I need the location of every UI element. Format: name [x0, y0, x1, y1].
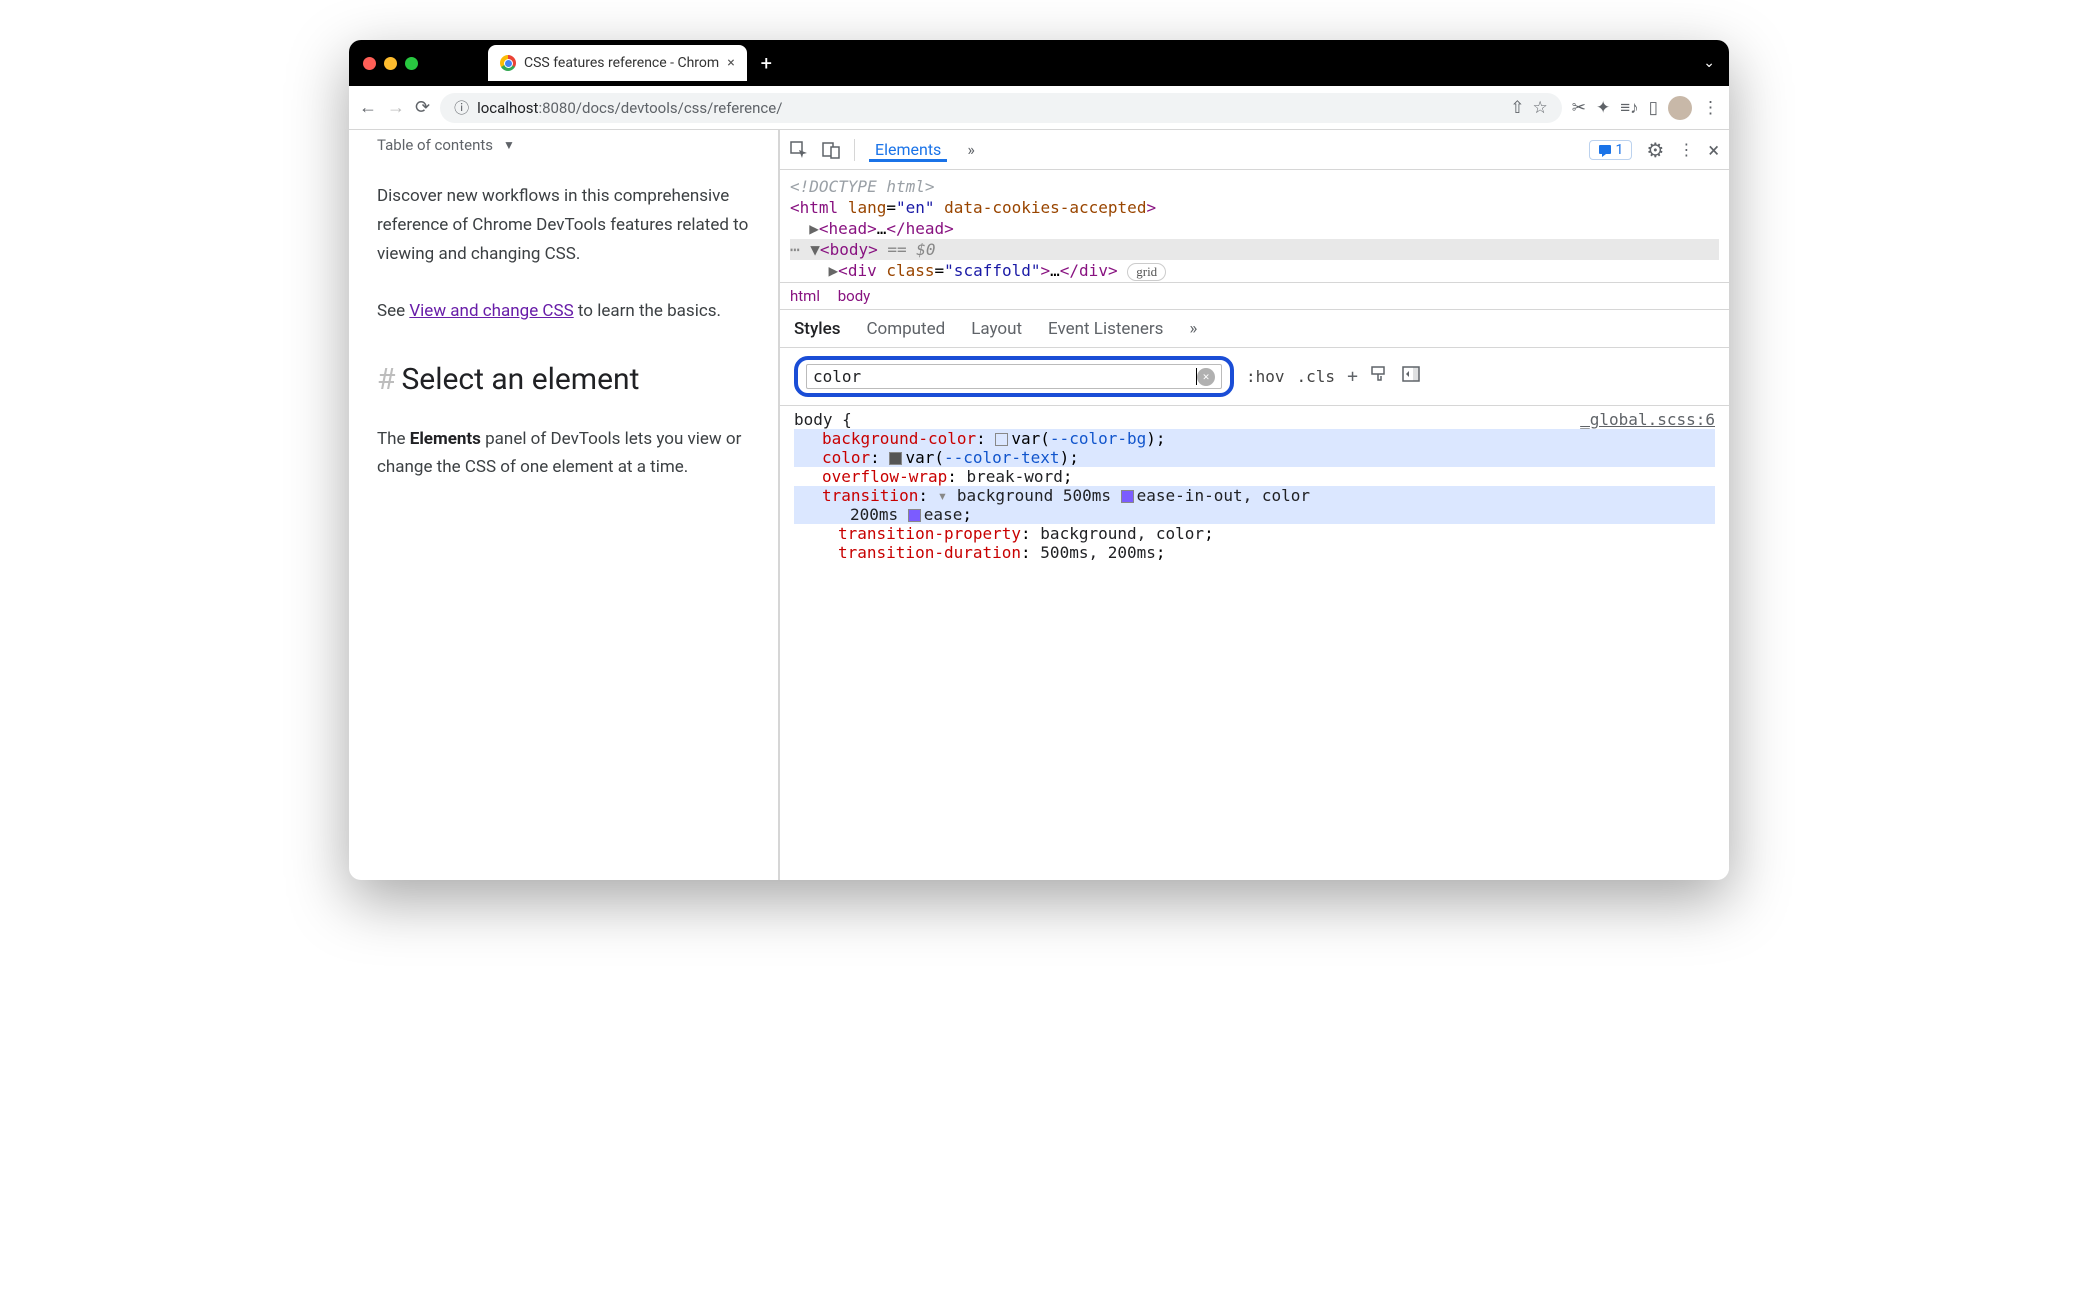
tabs-chevron-icon[interactable]: ⌄ — [1703, 55, 1715, 71]
browser-tab[interactable]: CSS features reference - Chrom × — [488, 45, 747, 81]
source-link[interactable]: _global.scss:6 — [1580, 410, 1715, 429]
forward-button[interactable]: → — [387, 97, 405, 118]
body-element-selected[interactable]: ⋯ ▼<body> == $0 — [790, 239, 1719, 260]
address-bar[interactable]: ⓘ localhost:8080/docs/devtools/css/refer… — [440, 93, 1562, 123]
view-change-css-link[interactable]: View and change CSS — [409, 301, 573, 321]
close-tab-icon[interactable]: × — [727, 55, 734, 71]
settings-icon[interactable]: ⚙ — [1646, 138, 1664, 162]
scissors-icon[interactable]: ✂ — [1572, 98, 1586, 118]
minimize-window-button[interactable] — [384, 57, 397, 70]
tab-event-listeners[interactable]: Event Listeners — [1048, 319, 1163, 339]
head-element[interactable]: ▶<head>…</head> — [790, 218, 1719, 239]
devtools-menu-icon[interactable]: ⋮ — [1678, 140, 1694, 159]
back-button[interactable]: ← — [359, 97, 377, 118]
decl-color[interactable]: color: var(--color-text); — [794, 448, 1715, 467]
reload-button[interactable]: ⟳ — [415, 97, 430, 118]
toggle-sidebar-icon[interactable] — [1402, 365, 1420, 388]
chevron-down-icon: ▼ — [503, 138, 515, 152]
close-window-button[interactable] — [363, 57, 376, 70]
url-port: :8080 — [538, 99, 575, 117]
decl-transition[interactable]: transition: ▾ background 500ms ease-in-o… — [794, 486, 1715, 505]
devtools-panel: Elements » 1 ⚙ ⋮ × <!DOCTYPE html> <html… — [779, 130, 1729, 880]
site-info-icon[interactable]: ⓘ — [454, 97, 469, 118]
toolbar: ← → ⟳ ⓘ localhost:8080/docs/devtools/css… — [349, 86, 1729, 130]
styles-filter-row: ✕ :hov .cls + — [780, 348, 1729, 406]
div-scaffold-element[interactable]: ▶<div class="scaffold">…</div> grid — [790, 260, 1719, 282]
decl-transition-property[interactable]: transition-property: background, color; — [794, 524, 1715, 543]
decl-background-color[interactable]: background-color: var(--color-bg); — [794, 429, 1715, 448]
more-tabs-icon[interactable]: » — [961, 140, 981, 159]
tab-styles[interactable]: Styles — [794, 319, 840, 339]
styles-tabstrip: Styles Computed Layout Event Listeners » — [780, 310, 1729, 348]
toc-toggle[interactable]: Table of contents ▼ — [377, 136, 760, 154]
decl-transition-cont[interactable]: 200ms ease; — [794, 505, 1715, 524]
tab-computed[interactable]: Computed — [866, 319, 945, 339]
tab-title: CSS features reference - Chrom — [524, 55, 719, 71]
rule-selector[interactable]: body { — [794, 410, 852, 429]
breadcrumb: html body — [780, 282, 1729, 310]
html-element[interactable]: <html lang="en" data-cookies-accepted> — [790, 197, 1719, 218]
elements-paragraph: The Elements panel of DevTools lets you … — [377, 425, 760, 483]
doctype-line: <!DOCTYPE html> — [790, 176, 1719, 197]
devtools-close-icon[interactable]: × — [1708, 138, 1719, 162]
hash-icon: # — [377, 362, 395, 397]
see-paragraph: See View and change CSS to learn the bas… — [377, 297, 760, 326]
issues-badge[interactable]: 1 — [1589, 140, 1633, 160]
decl-transition-duration[interactable]: transition-duration: 500ms, 200ms; — [794, 543, 1715, 562]
window-controls — [363, 57, 418, 70]
more-styles-tabs-icon[interactable]: » — [1189, 319, 1197, 339]
tab-layout[interactable]: Layout — [971, 319, 1022, 339]
page-content: Table of contents ▼ Discover new workflo… — [349, 130, 779, 880]
toc-label: Table of contents — [377, 136, 493, 154]
media-icon[interactable]: ≡♪ — [1620, 98, 1638, 118]
extensions-icon[interactable]: ✦ — [1596, 98, 1610, 118]
filter-highlight: ✕ — [794, 356, 1234, 397]
dom-tree[interactable]: <!DOCTYPE html> <html lang="en" data-coo… — [780, 170, 1729, 282]
share-icon[interactable]: ⇧ — [1510, 98, 1524, 118]
device-toggle-icon[interactable] — [822, 141, 840, 159]
new-rule-icon[interactable]: + — [1347, 366, 1358, 387]
titlebar: CSS features reference - Chrom × + ⌄ — [349, 40, 1729, 86]
intro-paragraph: Discover new workflows in this comprehen… — [377, 182, 760, 269]
fullscreen-window-button[interactable] — [405, 57, 418, 70]
crumb-html[interactable]: html — [790, 287, 820, 305]
menu-icon[interactable]: ⋮ — [1702, 98, 1719, 118]
crumb-body[interactable]: body — [838, 287, 871, 305]
decl-overflow-wrap[interactable]: overflow-wrap: break-word; — [794, 467, 1715, 486]
styles-filter-input[interactable] — [813, 367, 1196, 386]
elements-tab[interactable]: Elements — [869, 137, 947, 162]
inspect-icon[interactable] — [790, 141, 808, 159]
cls-toggle[interactable]: .cls — [1297, 367, 1336, 386]
browser-window: CSS features reference - Chrom × + ⌄ ← →… — [349, 40, 1729, 880]
devtools-toolbar: Elements » 1 ⚙ ⋮ × — [780, 130, 1729, 170]
bookmark-icon[interactable]: ☆ — [1532, 98, 1547, 118]
profile-avatar[interactable] — [1668, 96, 1692, 120]
paint-icon[interactable] — [1370, 365, 1388, 388]
new-tab-button[interactable]: + — [761, 51, 772, 75]
sidepanel-icon[interactable]: ▯ — [1649, 98, 1658, 118]
url-path: /docs/devtools/css/reference/ — [576, 99, 783, 117]
chrome-icon — [500, 55, 516, 71]
url-host: localhost — [477, 99, 538, 117]
hov-toggle[interactable]: :hov — [1246, 367, 1285, 386]
grid-badge[interactable]: grid — [1127, 263, 1166, 281]
css-rules[interactable]: body { _global.scss:6 background-color: … — [780, 406, 1729, 880]
select-element-heading: #Select an element — [377, 362, 760, 397]
clear-filter-icon[interactable]: ✕ — [1197, 368, 1215, 386]
